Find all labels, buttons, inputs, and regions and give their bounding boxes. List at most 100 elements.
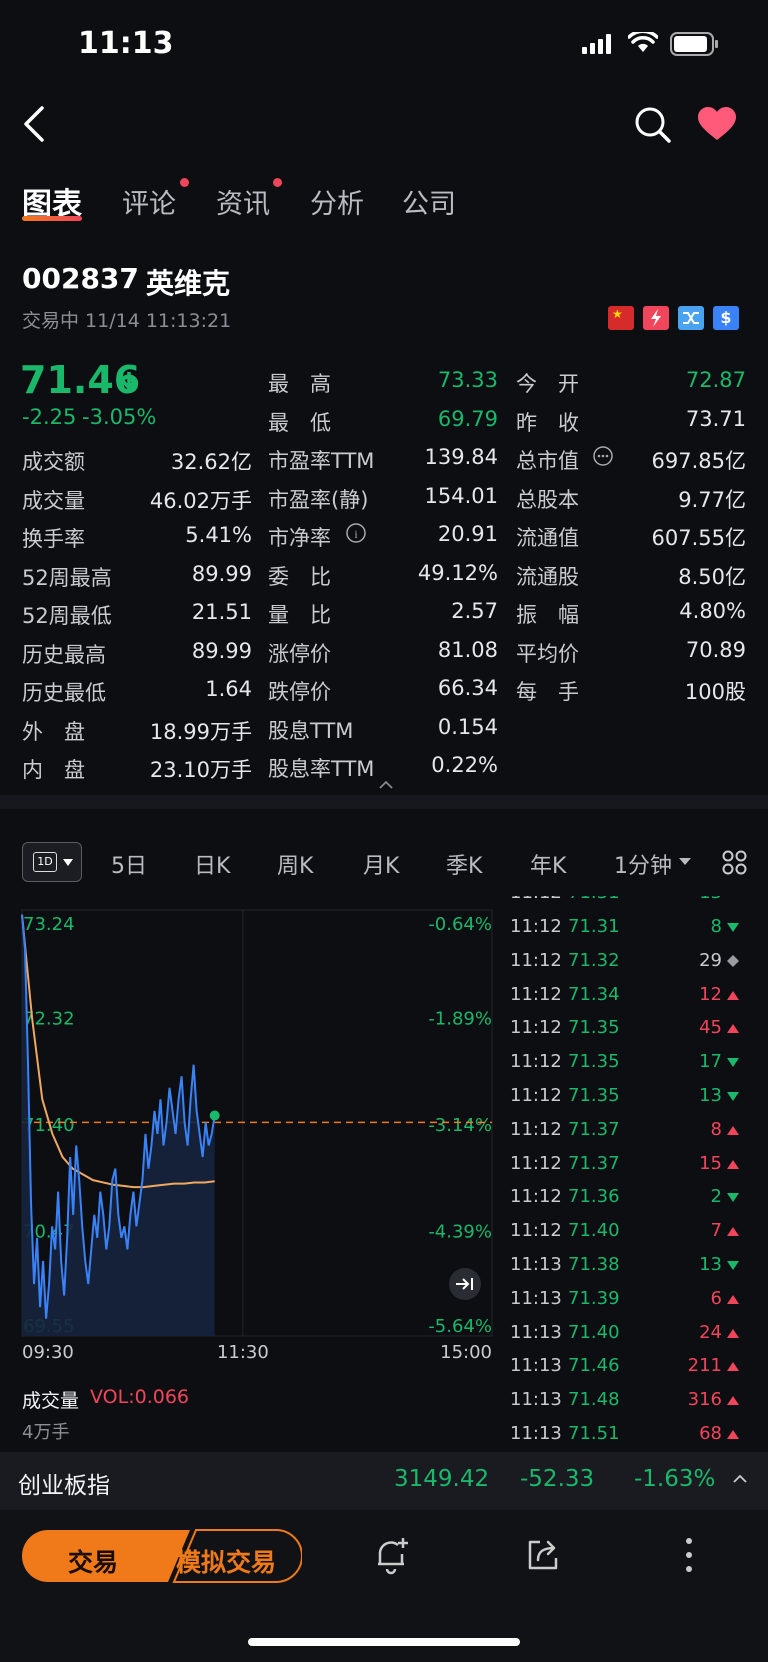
quote-label: 外 盘 xyxy=(22,719,85,744)
tick-price: 71.36 xyxy=(568,1186,620,1208)
tick-time: 11:12 xyxy=(510,949,562,971)
quote-label: 成交额 xyxy=(22,450,85,474)
period-tab-quarter[interactable]: 季K xyxy=(446,848,482,880)
tick-list[interactable]: 11:1271.311311:1271.31811:1271.322911:12… xyxy=(0,896,768,1448)
alert-bell-icon[interactable] xyxy=(374,1536,410,1576)
grid-menu-icon[interactable] xyxy=(722,850,748,876)
period-tab-5d[interactable]: 5日 xyxy=(111,848,147,880)
tick-row: 11:12 71.37 8 xyxy=(510,1119,748,1153)
stock-connect-icon xyxy=(678,306,704,330)
tick-qty: 13 xyxy=(699,1085,722,1106)
favorite-heart-icon[interactable] xyxy=(696,106,738,142)
quote-label: 流通值 xyxy=(516,526,579,550)
tick-price: 71.31 xyxy=(568,916,620,937)
quote-value: 32.62亿 xyxy=(170,450,252,474)
quote-value: 5.41% xyxy=(185,523,252,547)
tick-row: 11:12 71.34 12 xyxy=(510,984,748,1018)
tick-price: 71.51 xyxy=(568,1423,620,1444)
quote-value: 89.99 xyxy=(191,561,252,586)
quote-label: 52周最低 xyxy=(22,604,112,628)
quote-value: 49.12% xyxy=(417,560,498,585)
tick-up-icon xyxy=(727,1159,739,1169)
tick-time: 11:13 xyxy=(510,1423,562,1444)
tick-up-icon xyxy=(727,1396,739,1406)
quote-label: 跌停价 xyxy=(268,680,331,704)
quote-value: 8.50亿 xyxy=(678,564,746,589)
sim-trade-button[interactable]: 模拟交易 xyxy=(176,1543,276,1579)
quote-label: 量 比 xyxy=(268,603,331,627)
period-1d-label: 1D xyxy=(33,852,57,872)
quote-label: 市净率 xyxy=(268,526,331,550)
tick-flat-icon xyxy=(727,954,739,967)
tick-qty: 15 xyxy=(699,1152,722,1174)
tick-row: 11:12 71.31 8 xyxy=(510,916,748,950)
tick-price: 71.34 xyxy=(568,983,620,1005)
section-divider xyxy=(0,795,768,809)
search-icon[interactable] xyxy=(634,106,672,144)
quote-value: 0.22% xyxy=(431,753,498,777)
tab-company[interactable]: 公司 xyxy=(402,182,456,221)
collapse-chevron-icon[interactable] xyxy=(378,780,394,790)
quote-value: 154.01 xyxy=(424,483,498,508)
tab-comments[interactable]: 评论 xyxy=(122,182,176,221)
quote-label: 流通股 xyxy=(516,564,579,589)
quote-label: 振 幅 xyxy=(516,603,579,627)
tick-time: 11:12 xyxy=(510,983,562,1005)
tick-row: 11:13 71.40 24 xyxy=(510,1322,748,1356)
tick-time: 11:13 xyxy=(510,1355,562,1377)
battery-icon xyxy=(670,32,718,56)
share-icon[interactable] xyxy=(526,1538,560,1572)
tick-qty: 211 xyxy=(687,1355,722,1377)
period-tab-week[interactable]: 周K xyxy=(277,848,313,880)
footer-bar: 交易 模拟交易 xyxy=(0,1510,768,1662)
quote-label: 今 开 xyxy=(516,372,579,396)
price-down-arrow-icon xyxy=(121,372,137,391)
tick-price: 71.37 xyxy=(568,1152,620,1174)
tick-price: 71.40 xyxy=(568,1321,620,1343)
period-tab-year[interactable]: 年K xyxy=(530,848,566,880)
tab-news[interactable]: 资讯 xyxy=(216,182,270,221)
tab-analysis[interactable]: 分析 xyxy=(310,182,364,221)
period-tab-day[interactable]: 日K xyxy=(194,848,230,880)
period-1d-selector[interactable]: 1D xyxy=(22,842,82,882)
period-tab-month[interactable]: 月K xyxy=(363,848,399,880)
tick-row: 11:12 71.37 15 xyxy=(510,1153,748,1187)
price-change: -2.25 xyxy=(22,405,77,429)
quote-value: 9.77亿 xyxy=(678,487,746,512)
trade-button[interactable]: 交易 xyxy=(68,1543,118,1579)
tick-row: 11:12 71.32 29 xyxy=(510,950,748,984)
expand-chevron-icon[interactable] xyxy=(732,1474,748,1484)
china-flag-icon: ★ xyxy=(608,306,634,330)
tick-up-icon xyxy=(727,1024,739,1034)
tick-time: 11:12 xyxy=(510,1186,562,1208)
trading-status: 交易中 11/14 11:13:21 xyxy=(22,310,232,332)
period-dropdown-icon xyxy=(679,858,691,865)
tick-row: 11:13 71.46 211 xyxy=(510,1355,748,1389)
info-icon[interactable]: i xyxy=(345,522,367,544)
more-info-icon[interactable] xyxy=(592,445,614,467)
tick-down-icon xyxy=(727,1058,739,1068)
quote-label: 平均价 xyxy=(516,641,579,666)
signal-icon xyxy=(582,34,611,54)
quote-value: 70.89 xyxy=(685,637,746,662)
tick-price: 71.48 xyxy=(568,1389,620,1411)
price-change-pct: -3.05% xyxy=(82,405,157,429)
tick-time: 11:12 xyxy=(510,1220,562,1242)
back-icon[interactable] xyxy=(22,106,46,142)
more-options-icon[interactable] xyxy=(684,1536,694,1576)
tick-row: 11:12 71.40 7 xyxy=(510,1220,748,1254)
quote-value: 46.02万手 xyxy=(149,488,252,513)
period-tab-1min[interactable]: 1分钟 xyxy=(614,848,672,880)
index-change: -52.33 xyxy=(520,1466,595,1492)
tick-up-icon xyxy=(727,1125,739,1135)
tick-time: 11:12 xyxy=(510,1017,562,1039)
tick-down-icon xyxy=(727,1193,739,1203)
tick-time: 11:13 xyxy=(510,1321,562,1343)
quote-value: 607.55亿 xyxy=(651,526,746,550)
tick-time: 11:12 xyxy=(510,1152,562,1174)
tick-time: 11:13 xyxy=(510,1389,562,1411)
quote-label: 股息TTM xyxy=(268,718,354,743)
dropdown-caret-icon xyxy=(63,859,73,866)
index-bar[interactable]: 创业板指 3149.42 -52.33 -1.63% xyxy=(0,1452,768,1510)
quote-value: 21.51 xyxy=(191,600,252,624)
